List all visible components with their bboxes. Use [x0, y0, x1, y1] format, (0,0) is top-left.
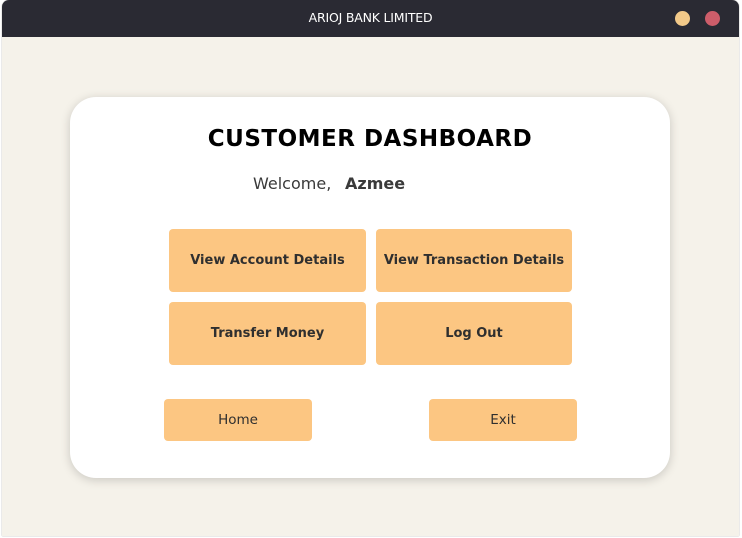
dashboard-title: CUSTOMER DASHBOARD: [207, 126, 533, 152]
window-title: ARIOJ BANK LIMITED: [308, 10, 433, 25]
app-window: ARIOJ BANK LIMITED CUSTOMER DASHBOARD We…: [2, 0, 739, 536]
title-bar[interactable]: ARIOJ BANK LIMITED: [2, 0, 739, 37]
exit-button[interactable]: Exit: [429, 399, 577, 441]
minimize-button[interactable]: [675, 11, 690, 26]
close-button[interactable]: [705, 11, 720, 26]
home-button[interactable]: Home: [164, 399, 312, 441]
view-transaction-details-button[interactable]: View Transaction Details: [376, 229, 572, 292]
transfer-money-button[interactable]: Transfer Money: [169, 302, 366, 365]
view-account-details-button[interactable]: View Account Details: [169, 229, 366, 292]
welcome-label: Welcome,: [253, 174, 332, 193]
username-label: Azmee: [345, 174, 406, 193]
dashboard-card: CUSTOMER DASHBOARD Welcome, Azmee View A…: [70, 97, 670, 478]
log-out-button[interactable]: Log Out: [376, 302, 572, 365]
